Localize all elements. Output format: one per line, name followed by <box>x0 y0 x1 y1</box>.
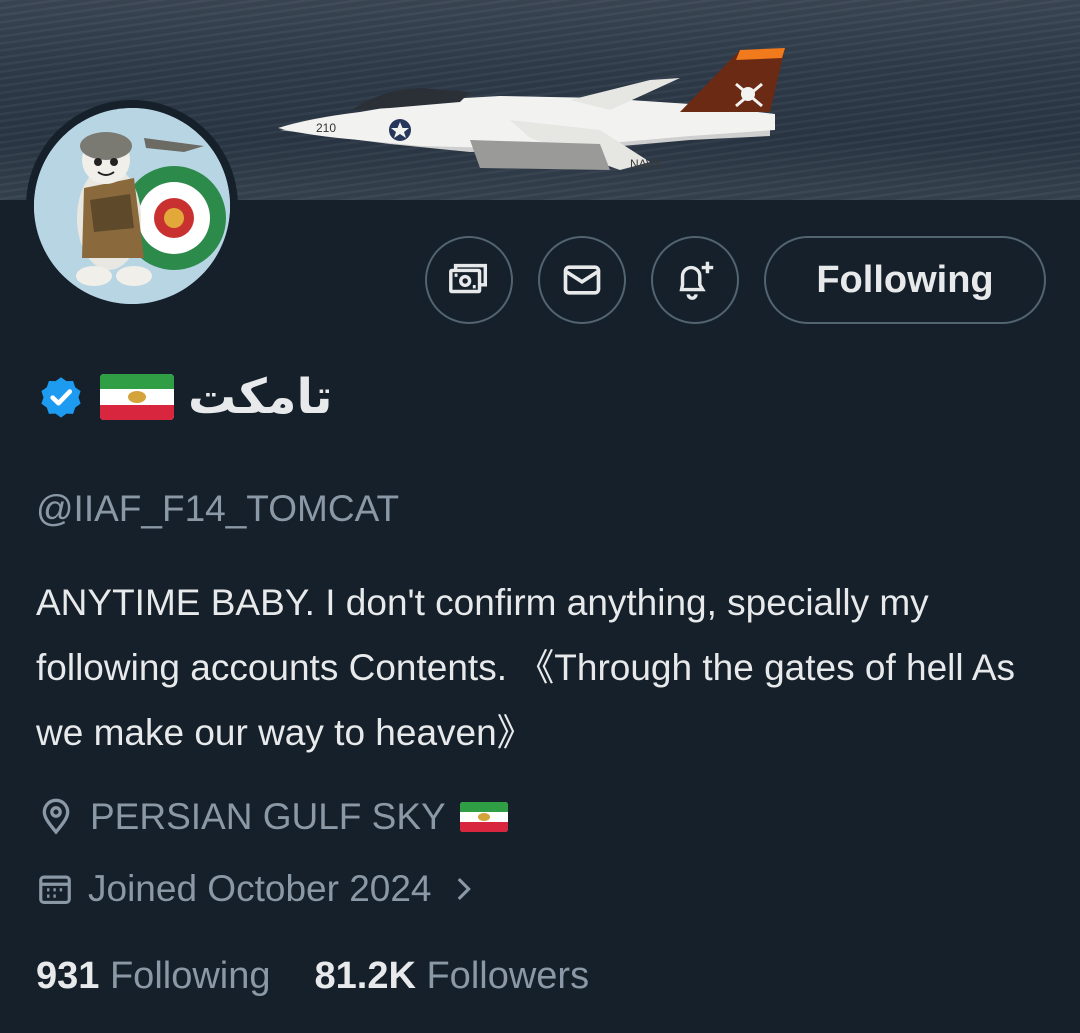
banner-jet-image: NAVY 210 <box>278 48 785 171</box>
followers-stat[interactable]: 81.2K Followers <box>315 955 590 998</box>
svg-text:NAVY: NAVY <box>630 157 662 171</box>
svg-text:210: 210 <box>316 121 336 135</box>
verified-badge-icon <box>41 377 81 418</box>
calendar-icon <box>39 875 71 905</box>
iran-lion-sun-flag-icon <box>459 802 508 832</box>
following-label: Following <box>109 955 271 997</box>
joined-row[interactable]: Joined October 2024 <box>36 868 480 910</box>
display-name: تامکت <box>188 369 333 425</box>
profile-avatar[interactable] <box>26 100 238 312</box>
follow-stats: 931 Following 81.2K Followers <box>36 955 589 998</box>
avatar-tomcat-insignia <box>34 108 230 304</box>
notifications-button[interactable] <box>651 236 739 324</box>
followers-count: 81.2K <box>314 955 416 997</box>
envelope-icon <box>563 265 601 295</box>
location-row: PERSIAN GULF SKY <box>36 796 508 838</box>
following-stat[interactable]: 931 Following <box>36 955 271 998</box>
following-button[interactable]: Following <box>764 236 1046 324</box>
joined-text: Joined October 2024 <box>88 868 432 909</box>
money-icon <box>449 263 488 294</box>
message-button[interactable] <box>538 236 626 324</box>
bell-plus-icon <box>679 261 714 300</box>
location-pin-icon <box>42 798 70 835</box>
chevron-right-icon <box>457 877 471 901</box>
handle: @IIAF_F14_TOMCAT <box>36 488 400 529</box>
tip-button[interactable] <box>425 236 513 324</box>
location-text: PERSIAN GULF SKY <box>90 796 446 837</box>
bio: ANYTIME BABY. I don't confirm anything, … <box>36 582 1016 753</box>
following-count: 931 <box>36 955 100 997</box>
name-row: تامکت <box>36 362 333 432</box>
iran-lion-sun-flag-icon <box>100 374 174 420</box>
followers-label: Followers <box>426 955 590 997</box>
